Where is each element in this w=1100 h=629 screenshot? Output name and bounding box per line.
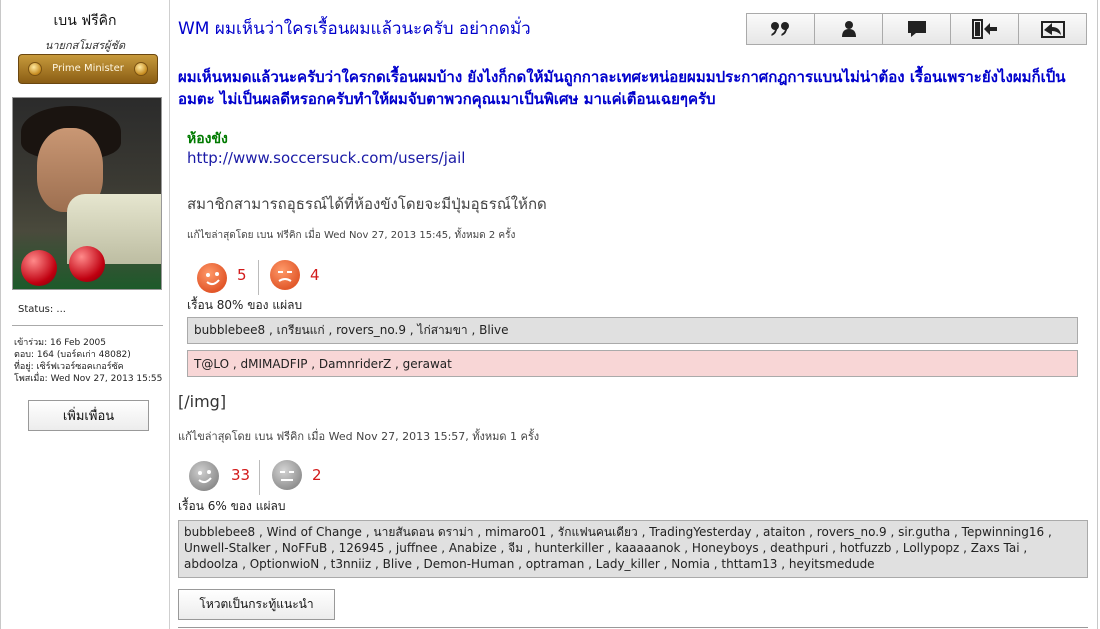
frame-border-right bbox=[1097, 0, 1098, 629]
jail-note: สมาชิกสามารถอุธรณ์ได้ที่ห้องขังโดยจะมีปุ… bbox=[187, 195, 547, 213]
like-count: 5 bbox=[237, 266, 247, 284]
door-exit-icon bbox=[971, 19, 997, 39]
exit-button[interactable] bbox=[950, 13, 1019, 45]
quote-icon bbox=[770, 22, 789, 36]
post-bottom-rule bbox=[178, 627, 1088, 628]
dislike-voter-names[interactable]: T@LO , dMIMADFIP , DamnriderZ , gerawat bbox=[194, 357, 452, 371]
dislike-count: 4 bbox=[310, 266, 320, 284]
dislike-count: 2 bbox=[312, 466, 322, 484]
like-voter-names[interactable]: bubblebee8 , Wind of Change , นายสันดอน … bbox=[184, 525, 1052, 571]
reply-button[interactable] bbox=[1018, 13, 1087, 45]
reaction-summary: เรื้อน 6% ของ แผ่ลบ bbox=[178, 499, 286, 513]
dislike-face-icon[interactable] bbox=[270, 260, 300, 290]
medal-icon bbox=[134, 62, 148, 76]
like-face-icon[interactable] bbox=[197, 263, 227, 293]
rank-badge: Prime Minister bbox=[18, 54, 158, 84]
user-info: เข้าร่วม: 16 Feb 2005 ตอบ: 164 (บอร์ดเก่… bbox=[14, 337, 174, 385]
vote-recommend-button[interactable]: โหวตเป็นกระทู้แนะนำ bbox=[178, 589, 335, 620]
user-status: Status: ... bbox=[18, 304, 66, 315]
frame-border-left bbox=[0, 0, 1, 629]
add-friend-button[interactable]: เพิ่มเพื่อน bbox=[28, 400, 149, 431]
post-toolbar bbox=[746, 13, 1090, 45]
jail-link[interactable]: http://www.soccersuck.com/users/jail bbox=[187, 149, 465, 167]
reaction-separator bbox=[259, 460, 260, 495]
user-icon bbox=[841, 21, 856, 37]
edit-note: แก้ไขล่าสุดโดย เบน ฟรีคิก เมื่อ Wed Nov … bbox=[187, 230, 516, 241]
message-button[interactable] bbox=[882, 13, 951, 45]
like-voter-list: bubblebee8 , เกรียนแก่ , rovers_no.9 , ไ… bbox=[187, 317, 1078, 344]
last-post-time: โพสเมื่อ: Wed Nov 27, 2013 15:55 bbox=[14, 374, 163, 384]
column-divider bbox=[169, 0, 170, 629]
quote-button[interactable] bbox=[746, 13, 815, 45]
post-title: WM ผมเห็นว่าใครเรื้อนผมแล้วนะครับ อย่ากด… bbox=[178, 19, 531, 39]
dislike-voter-list: T@LO , dMIMADFIP , DamnriderZ , gerawat bbox=[187, 350, 1078, 377]
reaction-separator bbox=[258, 260, 259, 295]
join-date: เข้าร่วม: 16 Feb 2005 bbox=[14, 338, 107, 348]
reply-icon bbox=[1040, 21, 1065, 38]
img-tag-text: [/img] bbox=[178, 392, 227, 411]
jail-label: ห้องขัง bbox=[187, 131, 228, 147]
post-count: ตอบ: 164 (บอร์ดเก่า 48082) bbox=[14, 350, 131, 360]
profile-button[interactable] bbox=[814, 13, 883, 45]
like-count: 33 bbox=[231, 466, 251, 484]
chat-icon bbox=[907, 21, 926, 37]
author-username[interactable]: เบน ฟรีคิก bbox=[2, 10, 168, 32]
post-body-lead: ผมเห็นหมดแล้วนะครับว่าใครกดเรื้อนผมบ้าง … bbox=[178, 68, 1066, 108]
avatar[interactable] bbox=[12, 97, 162, 290]
like-face-icon[interactable] bbox=[189, 461, 219, 491]
like-voter-list: bubblebee8 , Wind of Change , นายสันดอน … bbox=[178, 520, 1088, 578]
like-voter-names[interactable]: bubblebee8 , เกรียนแก่ , rovers_no.9 , ไ… bbox=[194, 321, 508, 340]
divider bbox=[12, 325, 163, 326]
dislike-face-icon[interactable] bbox=[272, 460, 302, 490]
user-location: ที่อยู่: เซิร์ฟเวอร์ซอคเกอร์ซัค bbox=[14, 362, 124, 372]
reaction-summary: เรื้อน 80% ของ แผ่ลบ bbox=[187, 298, 303, 312]
edit-note: แก้ไขล่าสุดโดย เบน ฟรีคิก เมื่อ Wed Nov … bbox=[178, 430, 540, 443]
author-user-title: นายกสโมสรผู้ชัด bbox=[44, 39, 126, 52]
